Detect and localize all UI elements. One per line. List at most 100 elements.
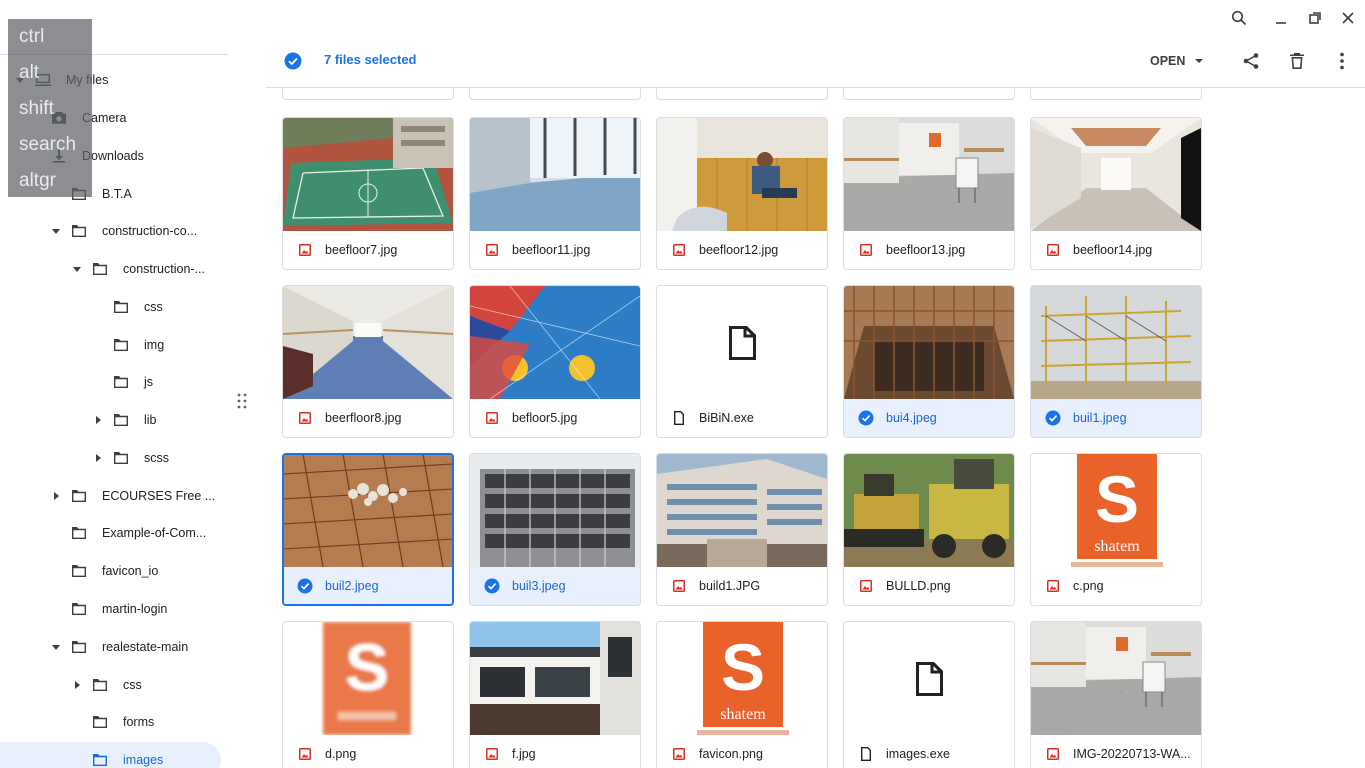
image-thumbnail [283,118,453,231]
sidebar-item[interactable]: css [92,289,163,325]
file-label: build1.JPG [657,567,827,605]
sidebar-item-label: lib [144,413,157,427]
key-altgr: altgr [19,170,56,191]
partial-file-card[interactable] [469,88,641,100]
file-label: f.jpg [470,735,640,768]
partial-file-card[interactable] [1030,88,1202,100]
expand-down-icon[interactable] [50,225,62,237]
file-label: favicon.png [657,735,827,768]
sidebar-item-label: construction-co... [102,224,198,238]
image-thumbnail [1031,622,1201,735]
sidebar-item[interactable]: realestate-main [50,629,188,665]
modifier-keys-overlay: ctrl alt shift search altgr [8,19,92,197]
key-shift: shift [19,98,54,119]
close-icon[interactable] [1338,8,1358,28]
image-thumbnail [470,118,640,231]
svg-text:shatem: shatem [1094,538,1140,555]
folder-icon [91,676,109,694]
expand-down-icon[interactable] [50,641,62,653]
selection-check-icon[interactable] [284,52,302,70]
sidebar-item[interactable]: img [92,327,164,363]
sidebar-item[interactable]: lib [92,402,157,438]
file-name: images.exe [886,747,950,761]
sidebar-item-label: ECOURSES Free ... [102,489,216,503]
resize-handle-icon[interactable] [236,393,248,409]
file-card[interactable]: BULLD.png [843,453,1015,606]
image-file-icon [671,746,687,762]
arrow-spacer [92,376,104,388]
sidebar-item[interactable]: forms [71,704,154,740]
file-card[interactable]: BiBiN.exe [656,285,828,438]
file-icon [671,410,687,426]
folder-icon [91,260,109,278]
maximize-icon[interactable] [1305,8,1325,28]
image-thumbnail [470,622,640,735]
file-card[interactable]: befloor5.jpg [469,285,641,438]
expand-right-icon[interactable] [50,490,62,502]
file-card[interactable]: beefloor7.jpg [282,117,454,270]
sidebar-item-label: img [144,338,165,352]
selection-toolbar: 7 files selected OPEN [266,36,1365,88]
file-card[interactable]: beerfloor8.jpg [282,285,454,438]
folder-icon [112,298,130,316]
image-file-icon [858,578,874,594]
image-file-icon [484,746,500,762]
file-card[interactable]: beefloor13.jpg [843,117,1015,270]
sidebar-item[interactable]: scss [92,440,169,476]
more-options-icon[interactable] [1331,50,1353,72]
partial-file-card[interactable] [282,88,454,100]
partial-file-card[interactable] [843,88,1015,100]
file-card[interactable]: IMG-20220713-WA... [1030,621,1202,768]
sidebar-item[interactable]: construction-co... [50,213,197,249]
file-card[interactable]: beefloor14.jpg [1030,117,1202,270]
sidebar-item[interactable]: images [0,742,221,768]
sidebar-item-label: realestate-main [102,640,189,654]
sidebar-item[interactable]: css [71,667,142,703]
expand-right-icon[interactable] [71,679,83,691]
image-thumbnail: S [283,622,453,735]
image-file-icon [1045,242,1061,258]
file-name: favicon.png [699,747,763,761]
image-thumbnail: Sshatem [1031,454,1201,567]
file-label: buil1.jpeg [1031,399,1201,437]
file-label: beefloor13.jpg [844,231,1014,269]
key-search: search [19,134,77,155]
file-card[interactable]: bui4.jpeg [843,285,1015,438]
file-card[interactable]: build1.JPG [656,453,828,606]
sidebar-item[interactable]: favicon_io [50,553,158,589]
file-card[interactable]: buil2.jpeg [282,453,454,606]
search-icon[interactable] [1229,8,1249,28]
partial-file-card[interactable] [656,88,828,100]
file-icon [858,746,874,762]
expand-down-icon[interactable] [71,263,83,275]
sidebar-item[interactable]: Example-of-Com... [50,515,206,551]
sidebar-item[interactable]: js [92,364,153,400]
expand-right-icon[interactable] [92,414,104,426]
file-card[interactable]: Sshatem favicon.png [656,621,828,768]
file-label: beefloor12.jpg [657,231,827,269]
file-name: befloor5.jpg [512,411,578,425]
file-card[interactable]: Sd.png [282,621,454,768]
sidebar-item[interactable]: ECOURSES Free ... [50,478,215,514]
file-card[interactable]: f.jpg [469,621,641,768]
file-card[interactable]: buil1.jpeg [1030,285,1202,438]
file-card[interactable]: Sshatem c.png [1030,453,1202,606]
file-card[interactable]: images.exe [843,621,1015,768]
expand-right-icon[interactable] [92,452,104,464]
file-label: beefloor14.jpg [1031,231,1201,269]
file-name: beefloor11.jpg [512,243,591,257]
file-name: beefloor14.jpg [1073,243,1153,257]
file-card[interactable]: buil3.jpeg [469,453,641,606]
minimize-icon[interactable] [1271,8,1291,28]
file-card[interactable]: beefloor12.jpg [656,117,828,270]
file-label: BULLD.png [844,567,1014,605]
delete-icon[interactable] [1286,50,1308,72]
arrow-spacer [50,527,62,539]
file-card[interactable]: beefloor11.jpg [469,117,641,270]
open-button[interactable]: OPEN [1150,48,1204,74]
file-placeholder-thumbnail [657,286,827,399]
file-name: buil1.jpeg [1073,411,1127,425]
sidebar-item[interactable]: martin-login [50,591,167,627]
share-icon[interactable] [1240,50,1262,72]
sidebar-item[interactable]: construction-... [71,251,205,287]
